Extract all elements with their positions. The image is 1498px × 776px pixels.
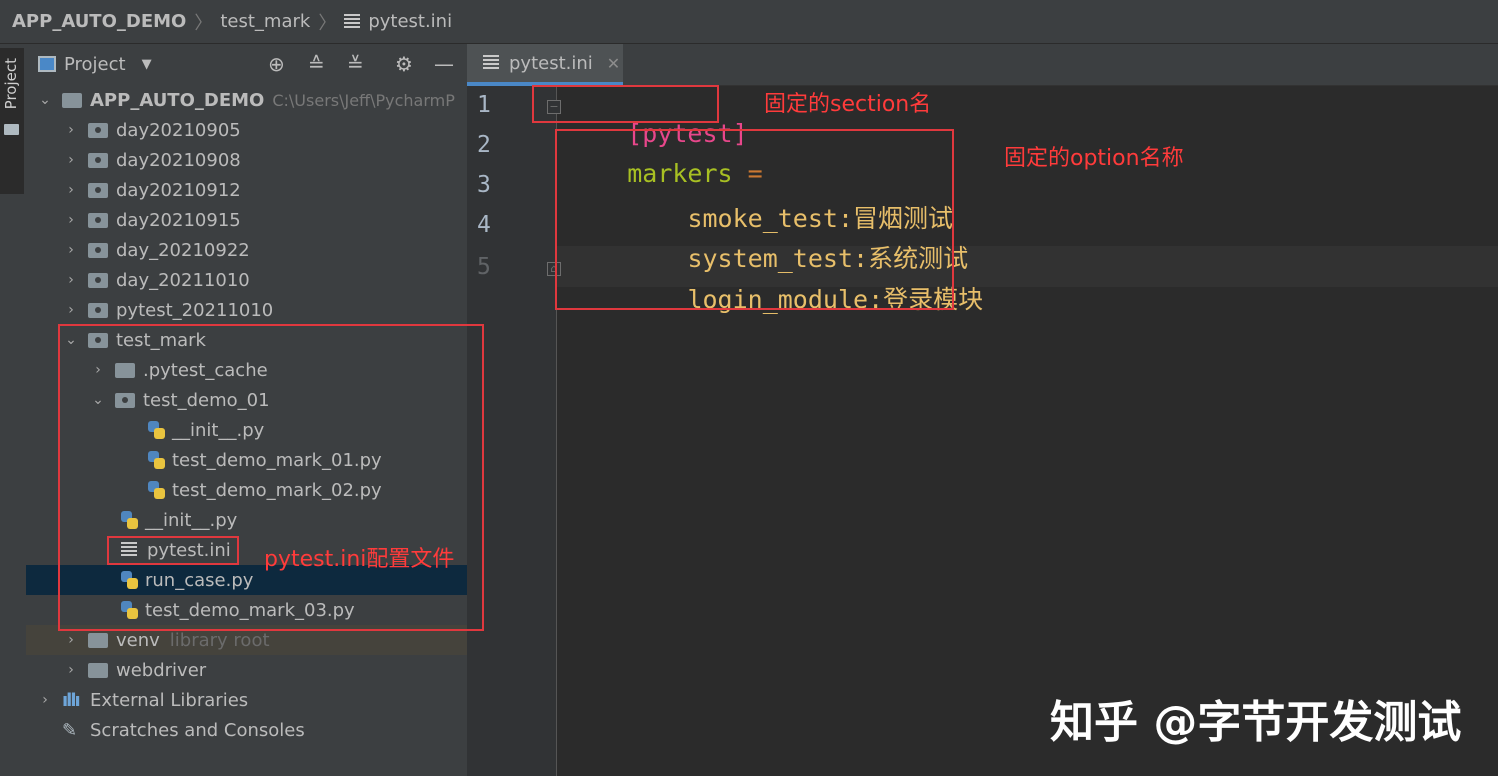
tree-item-folder[interactable]: › day20210912 (26, 175, 467, 205)
tab-label: pytest.ini (509, 52, 593, 74)
chevron-down-icon[interactable]: ⌄ (38, 92, 52, 108)
package-folder-icon (88, 242, 108, 258)
breadcrumb: APP_AUTO_DEMO 〉 test_mark 〉 pytest.ini (0, 0, 1498, 44)
breadcrumb-separator: 〉 (318, 12, 337, 34)
chevron-right-icon[interactable]: › (64, 662, 78, 678)
project-tool-tab[interactable]: Project (0, 48, 24, 194)
tree-item-folder[interactable]: › day_20211010 (26, 265, 467, 295)
tree-item-label: day20210908 (116, 149, 241, 171)
annotation-box-option (555, 129, 954, 310)
project-view-title[interactable]: Project (64, 54, 126, 75)
package-folder-icon (88, 272, 108, 288)
expand-all-icon[interactable]: ≙ (308, 52, 325, 76)
tree-item-app-auto-demo[interactable]: ⌄ APP_AUTO_DEMO C:\Users\Jeff\PycharmP (26, 85, 467, 115)
tree-item-folder[interactable]: › day20210905 (26, 115, 467, 145)
package-folder-icon (88, 152, 108, 168)
tree-item-folder[interactable]: › day_20210922 (26, 235, 467, 265)
project-tool-label: Project (2, 58, 20, 110)
line-number: 5 (477, 254, 491, 280)
breadcrumb-folder[interactable]: test_mark (220, 11, 310, 32)
chevron-right-icon[interactable]: › (38, 692, 52, 708)
tree-item-label: Scratches and Consoles (90, 719, 305, 741)
chevron-right-icon[interactable]: › (64, 242, 78, 258)
tree-item-label: day_20211010 (116, 269, 250, 291)
chevron-right-icon[interactable]: › (64, 122, 78, 138)
scratches-icon: ✎ (62, 719, 78, 741)
folder-icon (88, 632, 108, 648)
chevron-right-icon[interactable]: › (64, 632, 78, 648)
breadcrumb-separator: 〉 (194, 12, 213, 34)
tree-item-folder[interactable]: › webdriver (26, 655, 467, 685)
tree-item-label: venv (116, 629, 160, 651)
library-icon: ıllı (62, 689, 81, 711)
package-folder-icon (88, 212, 108, 228)
gear-icon[interactable]: ⚙ (395, 52, 413, 76)
chevron-right-icon[interactable]: › (64, 152, 78, 168)
breadcrumb-project[interactable]: APP_AUTO_DEMO (12, 11, 186, 32)
chevron-right-icon[interactable]: › (64, 212, 78, 228)
annotation-config-file: pytest.ini配置文件 (264, 547, 455, 572)
annotation-box-section (532, 85, 719, 123)
annotation-box-test-mark (58, 324, 484, 631)
tree-item-label: APP_AUTO_DEMO (90, 89, 265, 111)
chevron-right-icon[interactable]: › (64, 272, 78, 288)
tree-item-path: C:\Users\Jeff\PycharmP (272, 90, 455, 110)
line-number: 2 (477, 132, 491, 158)
tree-item-label: pytest_20211010 (116, 299, 274, 321)
folder-icon (88, 662, 108, 678)
tree-item-folder[interactable]: › pytest_20211010 (26, 295, 467, 325)
line-number: 4 (477, 212, 491, 238)
tab-pytest-ini[interactable]: pytest.ini ✕ (467, 44, 623, 86)
locate-icon[interactable]: ⊕ (268, 52, 285, 76)
tree-item-scratches[interactable]: ✎ Scratches and Consoles (26, 715, 467, 745)
package-folder-icon (88, 182, 108, 198)
breadcrumb-file[interactable]: pytest.ini (368, 11, 452, 32)
close-icon[interactable]: ✕ (607, 54, 620, 73)
line-number: 3 (477, 172, 491, 198)
watermark: 知乎 @字节开发测试 (1050, 697, 1462, 748)
package-folder-icon (88, 122, 108, 138)
chevron-down-icon[interactable]: ▼ (142, 57, 152, 72)
ini-file-icon (483, 55, 499, 71)
tree-item-label: webdriver (116, 659, 207, 681)
tree-item-label: day20210915 (116, 209, 241, 231)
line-number: 1 (477, 92, 491, 118)
ini-file-icon (344, 13, 361, 30)
tree-item-label: External Libraries (90, 689, 249, 711)
tree-item-folder[interactable]: › day20210908 (26, 145, 467, 175)
tree-item-external-libraries[interactable]: › ıllı External Libraries (26, 685, 467, 715)
tree-item-label: day_20210922 (116, 239, 250, 261)
annotation-option: 固定的option名称 (1004, 146, 1184, 171)
annotation-box-pytest-ini (107, 536, 239, 565)
hide-icon[interactable]: — (434, 52, 454, 76)
chevron-right-icon[interactable]: › (64, 302, 78, 318)
tree-item-folder[interactable]: › day20210915 (26, 205, 467, 235)
tree-item-label: day20210912 (116, 179, 241, 201)
tree-item-label: day20210905 (116, 119, 241, 141)
editor-tab-bar: pytest.ini ✕ (467, 44, 1498, 86)
folder-icon (62, 92, 82, 108)
tree-item-hint: library root (169, 629, 270, 651)
tool-window-strip: Project (0, 44, 27, 776)
folder-icon (4, 124, 19, 135)
package-folder-icon (88, 302, 108, 318)
annotation-section: 固定的section名 (764, 92, 932, 117)
project-view-icon (38, 56, 56, 72)
collapse-all-icon[interactable]: ≚ (347, 52, 364, 76)
chevron-right-icon[interactable]: › (64, 182, 78, 198)
